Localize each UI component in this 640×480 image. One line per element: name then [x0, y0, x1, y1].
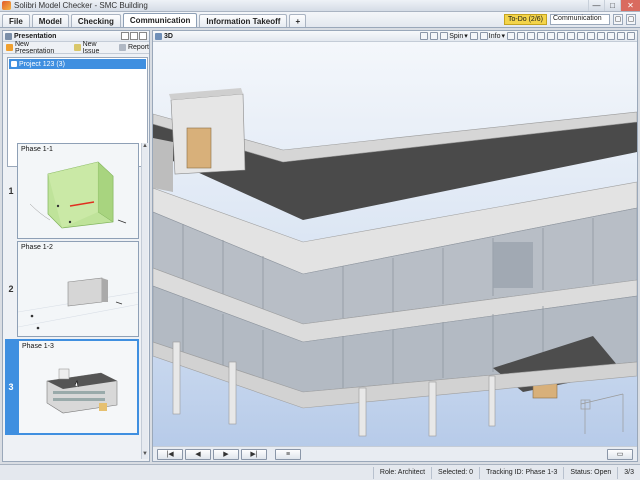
3d-toolbar: Spin ▾ Info ▾ — [420, 32, 637, 40]
zoom-in-icon[interactable] — [567, 32, 575, 40]
report-button[interactable]: Report — [118, 44, 149, 51]
status-role: Role: Architect — [372, 466, 431, 479]
tab-model[interactable]: Model — [31, 14, 69, 27]
next-slide-button[interactable]: ▶ — [213, 448, 239, 460]
presentation-title: Presentation — [14, 32, 57, 40]
tab-file[interactable]: File — [2, 14, 30, 27]
previous-slide-button[interactable]: ◀ — [185, 448, 211, 460]
present-button[interactable]: ▭ — [607, 448, 633, 460]
slide-3[interactable]: 3 Phase 1-3 — [5, 339, 140, 435]
status-selected: Selected: 0 — [431, 466, 479, 479]
report-icon — [118, 44, 126, 51]
scroll-up-icon[interactable]: ▲ — [142, 143, 148, 151]
status-tracking-id: Tracking ID: Phase 1-3 — [479, 466, 563, 479]
new-issue-label: New Issue — [82, 40, 100, 55]
slide-thumbnail: Phase 1-3 — [17, 339, 139, 435]
panel-restore-icon[interactable] — [617, 32, 625, 40]
slide-1[interactable]: 1 Phase 1-1 — [5, 143, 140, 239]
color-icon[interactable] — [547, 32, 555, 40]
new-presentation-button[interactable]: New Presentation — [6, 41, 70, 55]
todo-badge[interactable]: To-Do (2/6) — [503, 13, 547, 25]
status-bar: Role: Architect Selected: 0 Tracking ID:… — [0, 464, 640, 480]
tab-communication[interactable]: Communication — [122, 13, 198, 27]
box-icon[interactable] — [517, 32, 525, 40]
3d-view-icon — [155, 32, 162, 40]
transparency-icon[interactable] — [537, 32, 545, 40]
slide-label: Phase 1-2 — [21, 244, 53, 251]
building-model — [153, 88, 637, 437]
info-label: Info — [488, 32, 501, 40]
slide-2-image — [18, 242, 138, 336]
status-page-count: 3/3 — [617, 466, 640, 479]
tree-item-label: Project 123 (3) — [19, 60, 65, 68]
tab-information-takeoff[interactable]: Information Takeoff — [199, 14, 288, 27]
slide-playbar: |◀ ◀ ▶ ▶| ≡ ▭ — [153, 446, 637, 461]
folder-icon — [11, 61, 17, 67]
slide-label: Phase 1-3 — [22, 343, 54, 350]
zoom-selected-icon[interactable] — [557, 32, 565, 40]
report-label: Report — [127, 44, 149, 51]
scroll-down-icon[interactable]: ▼ — [142, 451, 148, 459]
spin-label: Spin — [449, 32, 464, 40]
slide-number: 1 — [8, 186, 14, 196]
panel-close-icon[interactable] — [139, 32, 147, 40]
first-slide-button[interactable]: |◀ — [157, 448, 183, 460]
slide-thumbnail: Phase 1-2 — [17, 241, 139, 337]
presentation-icon — [5, 32, 12, 40]
3d-viewport[interactable] — [153, 42, 637, 446]
maximize-button[interactable]: □ — [604, 0, 620, 11]
presentation-toolbar: New Presentation New Issue Report — [3, 40, 149, 55]
pointer-icon[interactable] — [597, 32, 605, 40]
3d-view-title: 3D — [164, 32, 173, 40]
last-slide-button[interactable]: ▶| — [241, 448, 267, 460]
menu-bar: File Model Checking Communication Inform… — [0, 12, 640, 28]
new-issue-button[interactable]: New Issue — [73, 40, 115, 55]
info-icon — [479, 32, 488, 40]
new-presentation-label: New Presentation — [14, 40, 55, 55]
new-presentation-icon — [6, 44, 13, 51]
3d-view-panel: 3D Spin ▾ Info ▾ |◀ ◀ ▶ ▶| ≡ ▭ — [152, 30, 638, 462]
app-icon — [2, 1, 11, 10]
tree-item-project[interactable]: Project 123 (3) — [9, 59, 146, 69]
slide-label: Phase 1-1 — [21, 146, 53, 153]
measure-icon[interactable] — [607, 32, 615, 40]
close-button[interactable]: ✕ — [620, 0, 640, 11]
layout-select[interactable]: Communication — [550, 13, 610, 25]
spin-button[interactable]: Spin ▾ — [440, 32, 468, 40]
slide-list-scrollbar[interactable]: ▲ ▼ — [141, 143, 148, 459]
presentation-panel: Presentation New Presentation New Issue … — [2, 30, 150, 462]
3d-view-header: 3D Spin ▾ Info ▾ — [153, 31, 637, 42]
slide-number: 3 — [5, 339, 17, 435]
select-icon[interactable] — [469, 32, 478, 40]
back-icon[interactable] — [430, 32, 439, 40]
visibility-icon[interactable] — [527, 32, 535, 40]
slide-list-button[interactable]: ≡ — [275, 448, 301, 460]
layout-button-1[interactable]: ▢ — [613, 13, 623, 25]
minimize-button[interactable]: — — [588, 0, 604, 11]
add-tab-button[interactable]: + — [289, 14, 307, 27]
panel-restore-icon[interactable] — [130, 32, 138, 40]
slide-list: 1 Phase 1-1 2 Phase 1-2 3 Phase 1-3 — [5, 143, 149, 459]
home-icon[interactable] — [420, 32, 429, 40]
slide-3-image — [19, 341, 137, 433]
cube-icon[interactable] — [507, 32, 515, 40]
slide-thumbnail: Phase 1-1 — [17, 143, 139, 239]
window-title: Solibri Model Checker - SMC Building — [14, 1, 148, 10]
info-button[interactable]: Info ▾ — [479, 32, 505, 40]
slide-2[interactable]: 2 Phase 1-2 — [5, 241, 140, 337]
layout-button-2[interactable]: ▢ — [626, 13, 636, 25]
tab-checking[interactable]: Checking — [70, 14, 121, 27]
status-issue-status: Status: Open — [563, 466, 617, 479]
slide-number: 2 — [8, 284, 14, 294]
slide-1-image — [18, 144, 138, 238]
spin-icon — [440, 32, 449, 40]
panel-menu-icon[interactable] — [121, 32, 129, 40]
new-issue-icon — [73, 44, 81, 51]
panel-close-icon[interactable] — [627, 32, 635, 40]
zoom-out-icon[interactable] — [577, 32, 585, 40]
zoom-fit-icon[interactable] — [587, 32, 595, 40]
